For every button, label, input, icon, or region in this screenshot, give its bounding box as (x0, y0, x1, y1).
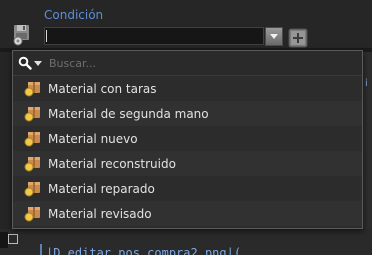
package-coin-icon (24, 132, 40, 147)
search-input[interactable] (49, 55, 357, 71)
disk-gear-icon (13, 25, 29, 46)
package-coin-icon (24, 157, 40, 172)
package-coin-icon (24, 82, 40, 97)
list-item[interactable]: Material reparado (13, 176, 362, 201)
dropdown-button[interactable] (265, 27, 283, 46)
option-label: Material nuevo (48, 132, 138, 146)
chevron-down-icon[interactable] (34, 61, 42, 66)
package-coin-icon (24, 207, 40, 222)
list-item[interactable]: Material revisado (13, 201, 362, 226)
condition-field-panel: Condición i |D editar pos compra2.png|( (0, 0, 372, 255)
chevron-down-icon (270, 34, 278, 39)
option-label: Material reconstruido (48, 157, 176, 171)
side-text: i (365, 78, 368, 89)
bottom-marker (0, 232, 8, 248)
option-label: Material reparado (48, 182, 155, 196)
condition-dropdown-popup: Material con taras Material de segunda m… (12, 50, 363, 229)
add-icon[interactable] (288, 28, 308, 48)
text-cursor (46, 30, 47, 42)
option-label: Material revisado (48, 207, 152, 221)
text-bar (40, 244, 42, 255)
search-row (13, 51, 362, 76)
magnifier-icon[interactable] (18, 56, 32, 70)
option-label: Material con taras (48, 82, 157, 96)
bottom-filename-text: |D editar pos compra2.png|( (46, 246, 242, 255)
checkbox-icon[interactable] (8, 234, 18, 244)
condition-label: Condición (44, 8, 104, 22)
option-label: Material de segunda mano (48, 107, 209, 121)
list-item[interactable]: Material con taras (13, 76, 362, 101)
options-list: Material con taras Material de segunda m… (13, 76, 362, 226)
list-item[interactable]: Material de segunda mano (13, 101, 362, 126)
package-coin-icon (24, 107, 40, 122)
condition-combobox[interactable] (44, 27, 264, 45)
list-item[interactable]: Material nuevo (13, 126, 362, 151)
list-item[interactable]: Material reconstruido (13, 151, 362, 176)
package-coin-icon (24, 182, 40, 197)
